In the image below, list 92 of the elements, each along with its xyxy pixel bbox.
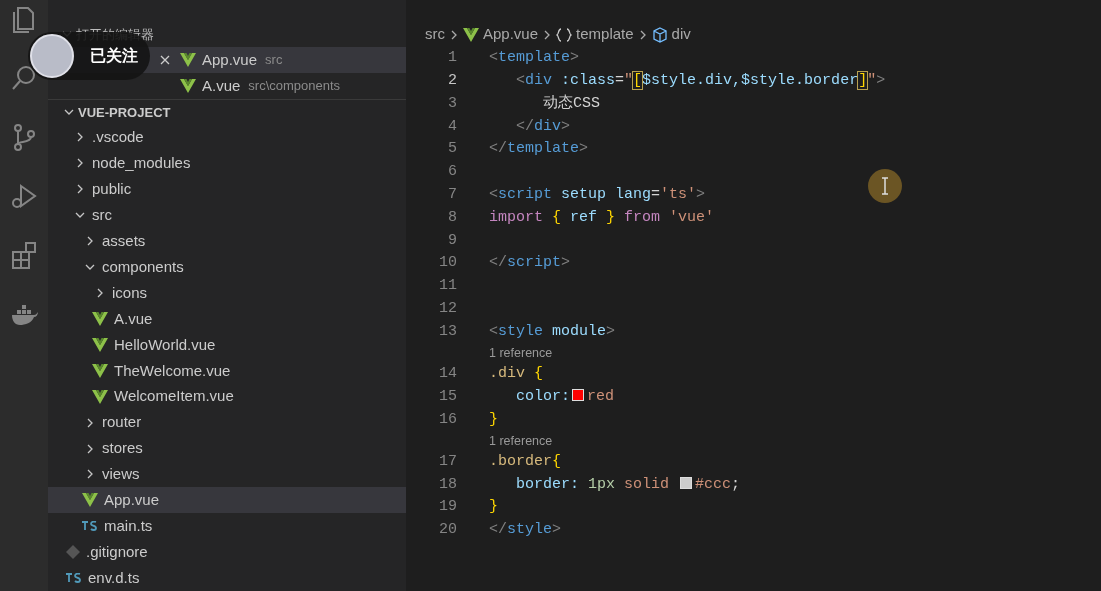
code-line: <template>: [489, 48, 580, 69]
folder-item[interactable]: public: [48, 176, 406, 203]
line-number: 4: [447, 116, 457, 137]
code-line: </style>: [489, 520, 562, 541]
breadcrumb-item[interactable]: App.vue: [463, 23, 539, 46]
vue-logo-icon: [463, 27, 479, 42]
line-number: 9: [447, 230, 457, 251]
line-number: 20: [438, 520, 457, 541]
code-line: .border{: [489, 451, 562, 472]
close-icon[interactable]: [160, 55, 170, 66]
folder-item[interactable]: src: [48, 202, 406, 229]
folder-item[interactable]: icons: [48, 280, 406, 306]
breadcrumb-chevron-icon: [449, 29, 459, 40]
avatar: [30, 34, 74, 78]
file-item[interactable]: WelcomeItem.vue: [48, 383, 406, 410]
line-number: 5: [447, 139, 457, 160]
file-item[interactable]: TheWelcome.vue: [48, 357, 406, 384]
collapsed-chevron-icon: [85, 417, 95, 428]
code-line: </script>: [489, 253, 571, 274]
codelens-link[interactable]: 1 reference: [489, 431, 553, 451]
line-number: 13: [438, 321, 457, 342]
folder-item[interactable]: components: [48, 254, 406, 281]
file-item[interactable]: main.ts: [48, 513, 406, 540]
vue-logo-icon: [180, 53, 196, 68]
line-number: 14: [438, 364, 457, 384]
collapsed-chevron-icon: [85, 236, 95, 247]
mouse-cursor-icon: [867, 168, 903, 204]
folder-item[interactable]: stores: [48, 435, 406, 462]
code-line: <div :class="[$style.div,$style.border]">: [515, 70, 886, 91]
line-number: 8: [447, 207, 457, 228]
folder-item[interactable]: assets: [48, 228, 406, 255]
line-number: 1: [447, 48, 457, 69]
file-item[interactable]: HelloWorld.vue: [48, 331, 406, 358]
vue-logo-icon: [180, 79, 196, 93]
open-editor-item[interactable]: A.vue src\components: [48, 73, 406, 99]
git-diamond-icon: [66, 545, 80, 560]
extensions-icon[interactable]: [9, 240, 39, 270]
code-line: }: [489, 497, 498, 518]
file-item[interactable]: env.d.ts: [48, 565, 406, 591]
line-number: 11: [438, 276, 457, 297]
breadcrumb-item[interactable]: template: [556, 23, 634, 46]
run-debug-icon[interactable]: [9, 181, 39, 211]
breadcrumb-item[interactable]: src: [425, 23, 445, 46]
color-swatch[interactable]: [572, 388, 584, 401]
code-line: <script setup lang='ts'>: [489, 184, 706, 205]
code-line: <style module>: [489, 321, 616, 342]
code-line: </div>: [515, 116, 571, 137]
line-number: 6: [447, 162, 457, 183]
vue-logo-icon: [92, 389, 108, 404]
folder-item[interactable]: router: [48, 409, 406, 436]
ts-file-icon: [66, 573, 82, 584]
ts-file-icon: [82, 521, 98, 532]
line-number: 7: [447, 184, 457, 205]
line-number: 16: [438, 409, 457, 430]
braces-icon: [556, 27, 573, 42]
code-line: border: 1px solid #ccc;: [515, 474, 741, 495]
line-number: 12: [438, 298, 457, 319]
line-number: 3: [447, 93, 457, 114]
line-number: 15: [438, 386, 457, 407]
vue-logo-icon: [92, 311, 108, 326]
vue-logo-icon: [82, 493, 98, 508]
collapsed-chevron-icon: [85, 443, 95, 454]
section-header[interactable]: VUE-PROJECT: [48, 99, 406, 125]
collapsed-chevron-icon: [75, 158, 85, 169]
collapsed-chevron-icon: [85, 469, 95, 480]
line-number: 17: [438, 451, 457, 472]
file-item[interactable]: App.vue: [48, 487, 406, 514]
cube-icon: [651, 26, 668, 43]
file-item[interactable]: .gitignore: [48, 539, 406, 566]
line-number: 18: [438, 474, 457, 495]
folder-item[interactable]: .vscode: [48, 124, 406, 151]
line-number: 19: [438, 497, 457, 518]
collapsed-chevron-icon: [75, 132, 85, 143]
code-line: 动态CSS: [542, 93, 600, 114]
folder-item[interactable]: node_modules: [48, 150, 406, 177]
breadcrumb-item[interactable]: div: [651, 23, 691, 46]
collapsed-chevron-icon: [95, 288, 105, 298]
code-line: </template>: [489, 139, 589, 160]
code-line: import { ref } from 'vue': [489, 207, 715, 228]
color-swatch[interactable]: [680, 476, 693, 489]
collapsed-chevron-icon: [75, 184, 85, 195]
code-line: .div {: [489, 364, 544, 384]
code-line: color: red: [515, 386, 615, 407]
codelens-link[interactable]: 1 reference: [489, 343, 553, 363]
folder-item[interactable]: views: [48, 461, 406, 488]
code-line: }: [489, 409, 498, 430]
file-item[interactable]: A.vue: [48, 306, 406, 332]
vue-logo-icon: [92, 337, 108, 352]
line-number: 2: [447, 70, 457, 91]
line-number: 10: [438, 253, 457, 274]
vue-logo-icon: [92, 363, 108, 378]
follow-label: 已关注: [90, 46, 138, 66]
